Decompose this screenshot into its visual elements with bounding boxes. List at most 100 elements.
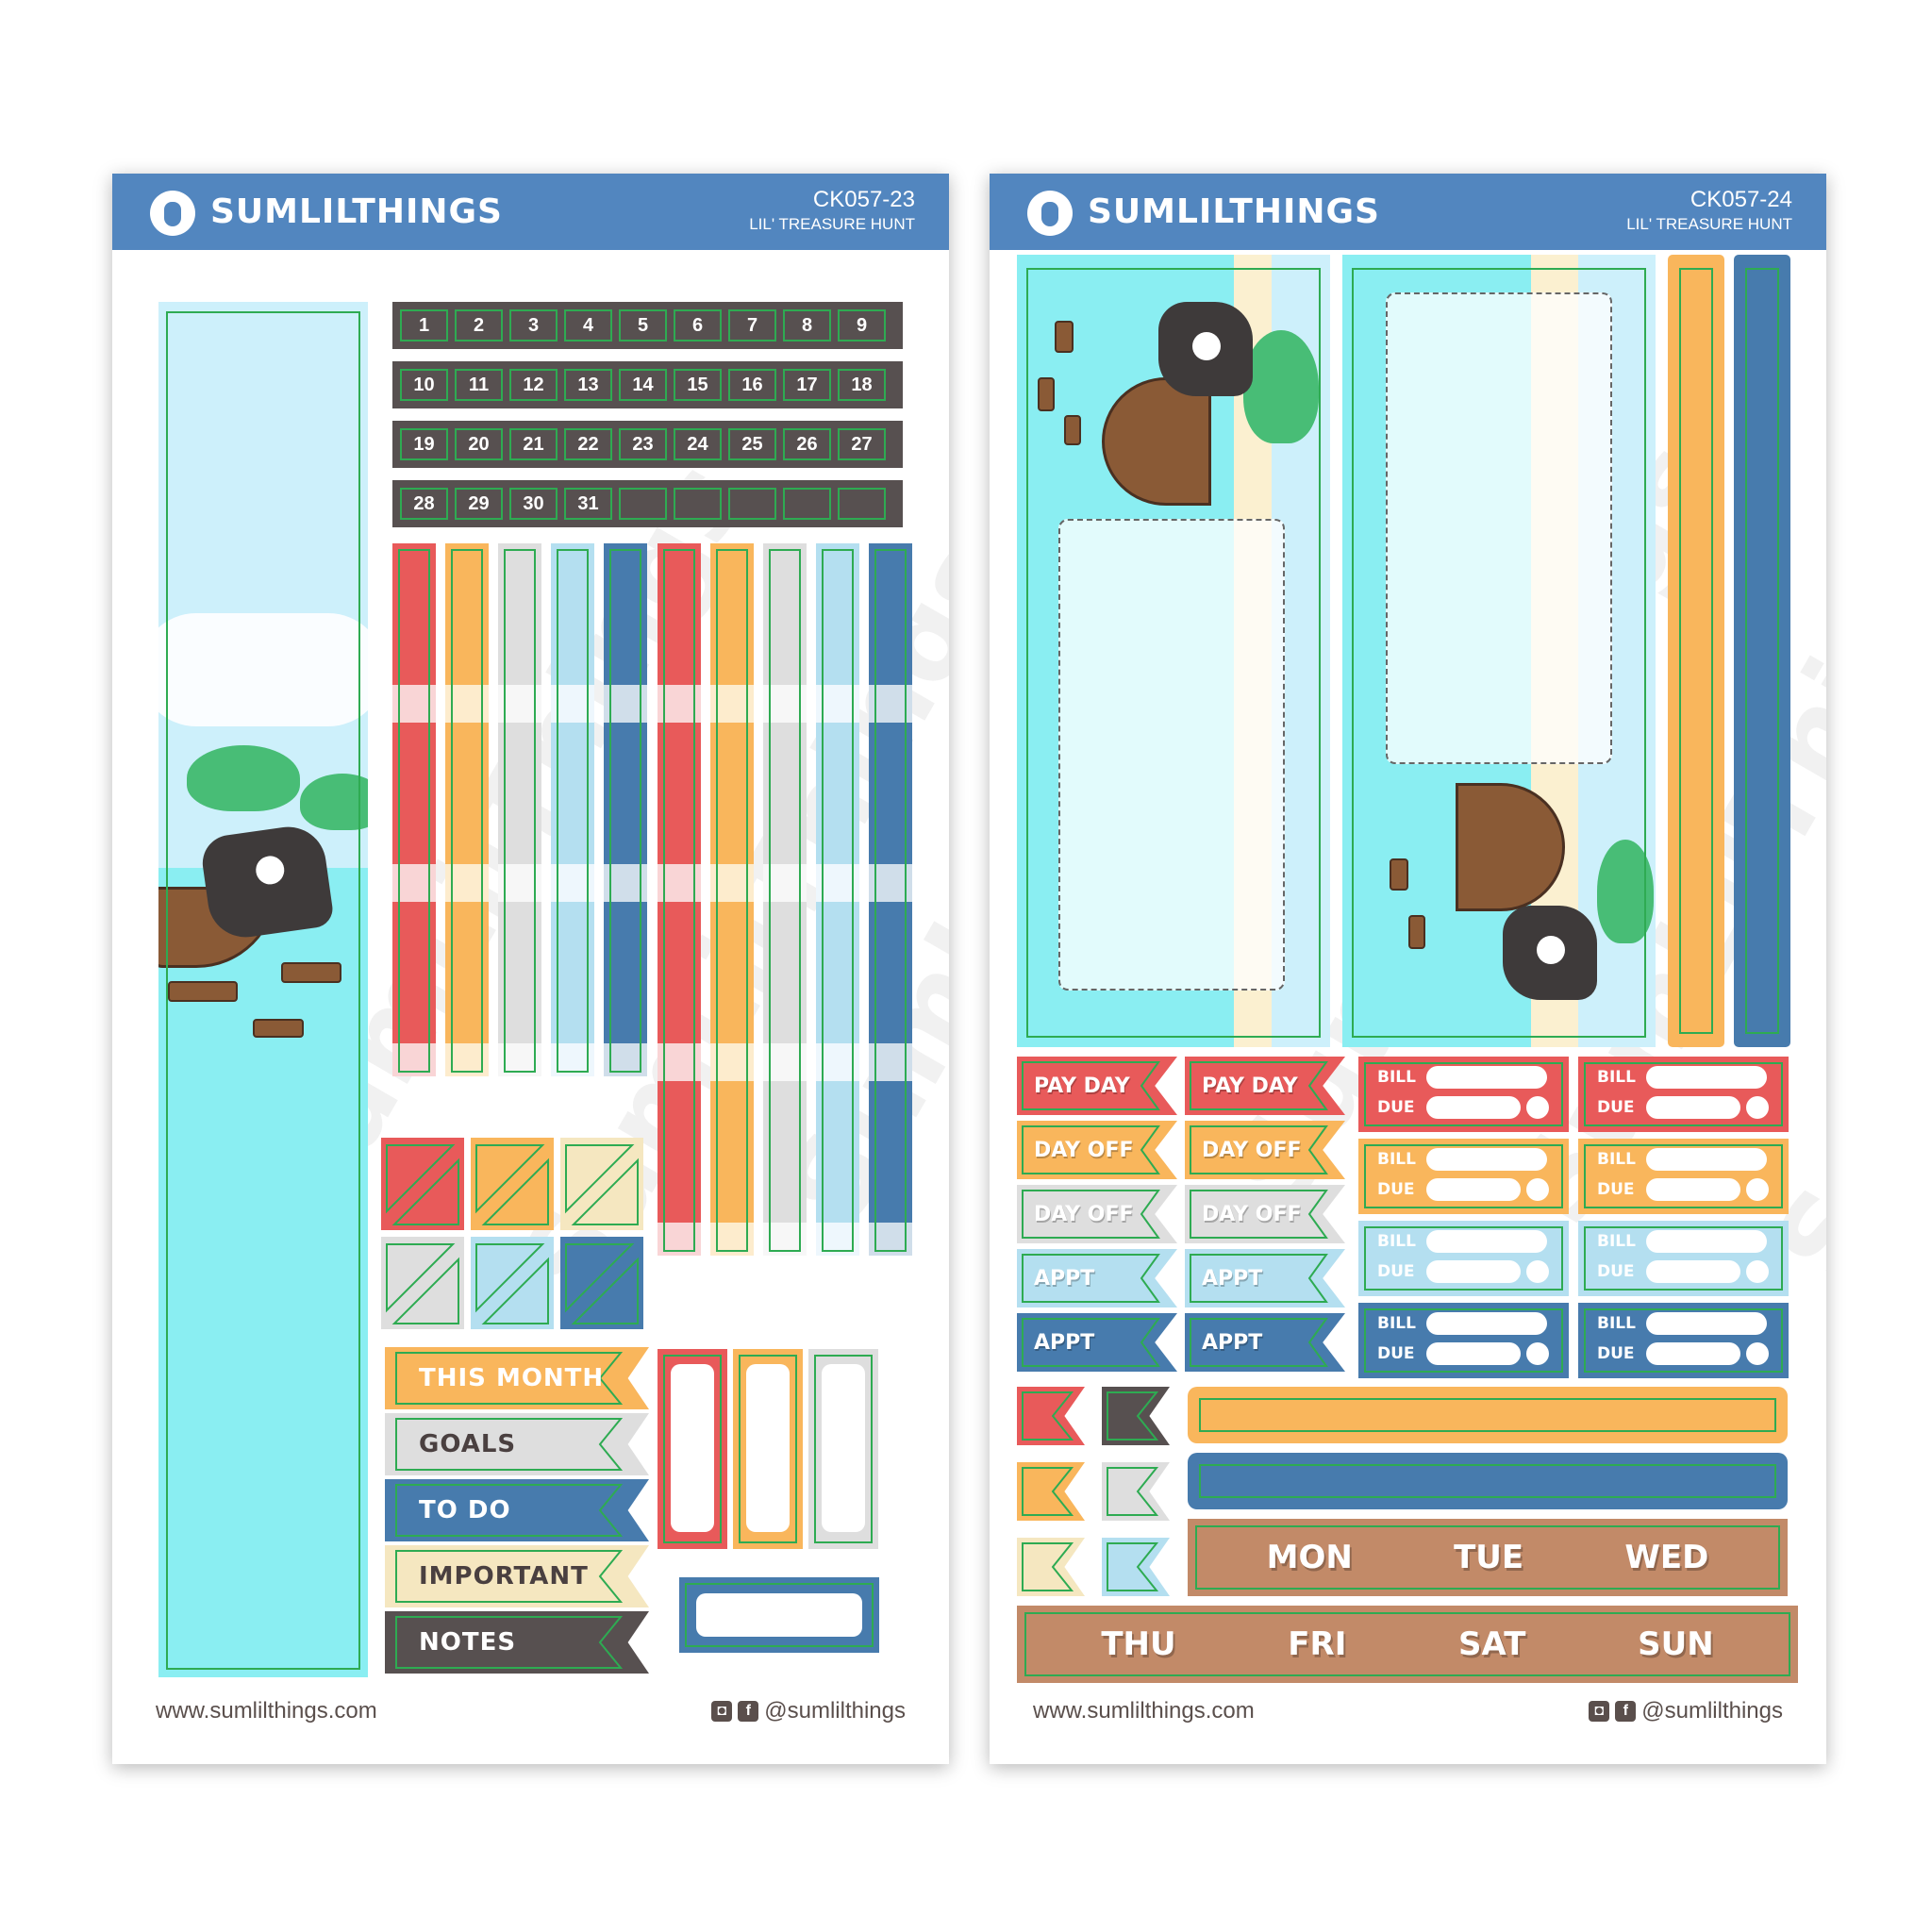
color-stripe[interactable] [869,543,912,1256]
box-sticker[interactable] [658,1349,727,1549]
bill-field[interactable] [1646,1148,1767,1171]
bill-due-sticker[interactable]: BILL DUE [1358,1057,1569,1132]
due-field[interactable] [1646,1096,1740,1119]
date-cell[interactable]: 15 [674,369,722,401]
event-flag[interactable]: DAY OFF [1185,1121,1345,1179]
label-box[interactable] [679,1577,879,1653]
mini-flag[interactable] [1017,1387,1085,1445]
date-cell[interactable]: 28 [400,488,448,520]
date-cell[interactable]: 1 [400,309,448,341]
due-field[interactable] [1426,1096,1521,1119]
bill-field[interactable] [1646,1312,1767,1335]
label-flag[interactable]: NOTES [385,1611,649,1674]
orange-strip[interactable] [1668,255,1724,1047]
event-flag[interactable]: PAY DAY [1017,1057,1177,1115]
date-cell[interactable]: 8 [783,309,831,341]
check-circle[interactable] [1526,1096,1549,1119]
date-cell[interactable] [674,488,722,520]
date-cell[interactable] [838,488,886,520]
date-cell[interactable]: 31 [564,488,612,520]
mini-flag[interactable] [1017,1462,1085,1521]
weekday-strip[interactable]: MON TUE WED [1188,1519,1788,1596]
date-cell[interactable]: 5 [619,309,667,341]
facebook-icon[interactable]: f [1615,1701,1637,1722]
event-flag[interactable]: DAY OFF [1017,1185,1177,1243]
bill-due-sticker[interactable]: BILL DUE [1578,1057,1789,1132]
blue-strip[interactable] [1734,255,1790,1047]
website-link[interactable]: www.sumlilthings.com [156,1698,377,1724]
check-circle[interactable] [1746,1178,1769,1201]
date-cell[interactable]: 7 [728,309,776,341]
pirate-illustration-strip[interactable] [158,302,368,1677]
bill-field[interactable] [1426,1066,1547,1089]
date-cell[interactable]: 23 [619,428,667,460]
diagonal-square[interactable] [381,1237,464,1329]
date-cell[interactable]: 14 [619,369,667,401]
label-flag[interactable]: IMPORTANT [385,1545,649,1607]
mini-flag[interactable] [1102,1462,1170,1521]
due-field[interactable] [1426,1342,1521,1365]
illustration-panel[interactable] [1017,255,1330,1047]
date-cell[interactable]: 17 [783,369,831,401]
bill-due-sticker[interactable]: BILL DUE [1358,1221,1569,1296]
label-flag[interactable]: THIS MONTH [385,1347,649,1409]
date-cell[interactable]: 9 [838,309,886,341]
event-flag[interactable]: APPT [1185,1313,1345,1372]
date-cell[interactable]: 21 [509,428,558,460]
check-circle[interactable] [1746,1342,1769,1365]
date-cell[interactable]: 12 [509,369,558,401]
check-circle[interactable] [1526,1260,1549,1283]
instagram-icon[interactable]: ◘ [1589,1701,1610,1722]
date-cell[interactable]: 11 [455,369,503,401]
social-handle[interactable]: @sumlilthings [764,1698,906,1724]
due-field[interactable] [1646,1342,1740,1365]
color-stripe[interactable] [551,543,594,1076]
mini-flag[interactable] [1102,1538,1170,1596]
date-cell[interactable]: 3 [509,309,558,341]
color-stripe[interactable] [710,543,754,1256]
color-stripe[interactable] [498,543,541,1076]
blue-bar[interactable] [1188,1453,1788,1509]
event-flag[interactable]: APPT [1017,1249,1177,1307]
event-flag[interactable]: DAY OFF [1017,1121,1177,1179]
date-cell[interactable]: 6 [674,309,722,341]
date-cell[interactable]: 24 [674,428,722,460]
bill-field[interactable] [1426,1230,1547,1253]
color-stripe[interactable] [445,543,489,1076]
mini-flag[interactable] [1102,1387,1170,1445]
box-sticker[interactable] [808,1349,878,1549]
orange-bar[interactable] [1188,1387,1788,1443]
weekday-strip[interactable]: THU FRI SAT SUN [1017,1606,1798,1683]
date-cell[interactable]: 13 [564,369,612,401]
date-cell[interactable]: 2 [455,309,503,341]
date-cell[interactable]: 10 [400,369,448,401]
color-stripe[interactable] [763,543,807,1256]
diagonal-square[interactable] [471,1237,554,1329]
color-stripe[interactable] [816,543,859,1256]
date-cell[interactable]: 29 [455,488,503,520]
due-field[interactable] [1426,1260,1521,1283]
instagram-icon[interactable]: ◘ [711,1701,733,1722]
date-cell[interactable]: 16 [728,369,776,401]
check-circle[interactable] [1746,1260,1769,1283]
event-flag[interactable]: APPT [1017,1313,1177,1372]
event-flag[interactable]: PAY DAY [1185,1057,1345,1115]
label-flag[interactable]: TO DO [385,1479,649,1541]
diagonal-square[interactable] [471,1138,554,1230]
date-cell[interactable]: 22 [564,428,612,460]
date-cell[interactable] [728,488,776,520]
color-stripe[interactable] [658,543,701,1256]
date-cell[interactable]: 26 [783,428,831,460]
event-flag[interactable]: APPT [1185,1249,1345,1307]
diagonal-square[interactable] [560,1237,643,1329]
color-stripe[interactable] [604,543,647,1076]
bill-due-sticker[interactable]: BILL DUE [1578,1221,1789,1296]
website-link[interactable]: www.sumlilthings.com [1033,1698,1255,1724]
diagonal-square[interactable] [381,1138,464,1230]
label-flag[interactable]: GOALS [385,1413,649,1475]
date-cell[interactable]: 19 [400,428,448,460]
color-stripe[interactable] [392,543,436,1076]
illustration-panel[interactable] [1342,255,1656,1047]
bill-field[interactable] [1646,1230,1767,1253]
bill-field[interactable] [1646,1066,1767,1089]
